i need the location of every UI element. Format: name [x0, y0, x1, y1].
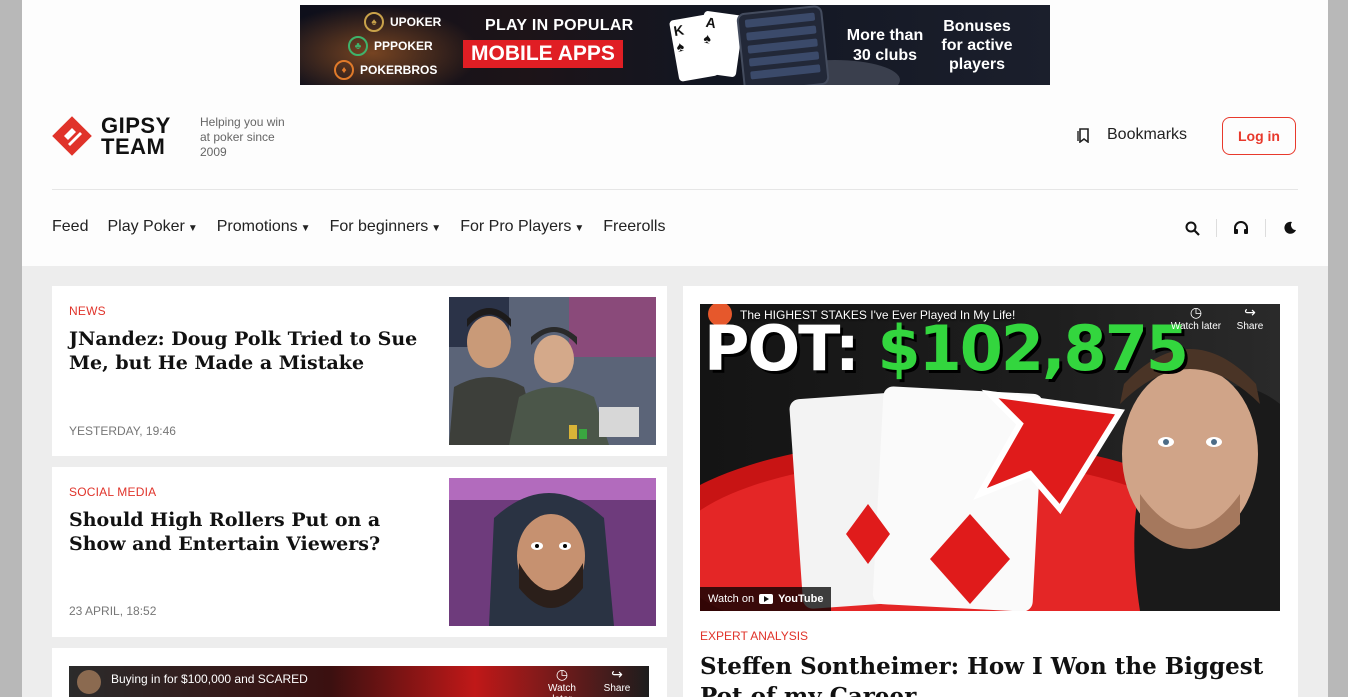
channel-avatar [77, 670, 101, 694]
tool-divider [1216, 219, 1217, 237]
poker-chip-icon: ♠ [364, 12, 384, 32]
video-title: Buying in for $100,000 and SCARED [111, 672, 308, 686]
header-divider [52, 189, 1298, 190]
bookmark-icon [1077, 127, 1089, 143]
banner-bonus-text: Bonuses for active players [941, 18, 1013, 73]
banner-app-label: POKERBROS [360, 63, 438, 77]
clock-icon: ◷ [1189, 304, 1203, 320]
search-icon [1185, 221, 1200, 236]
nav-item-promotions[interactable]: Promotions ▼ [217, 218, 311, 236]
banner-clubs-text: More than 30 clubs [846, 27, 924, 64]
featured-video[interactable]: POT: $102,875 The HIGHEST STAKES I've Ev… [700, 304, 1280, 611]
tagline: Helping you win at poker since 2009 [200, 115, 285, 159]
logo-line-2: TEAM [101, 134, 166, 159]
banner-app-label: PPPOKER [374, 39, 433, 53]
banner-phone-image [736, 5, 830, 85]
feature-category[interactable]: EXPERT ANALYSIS [700, 629, 808, 643]
article-video-thumbnail[interactable]: Buying in for $100,000 and SCARED ◷ Watc… [69, 666, 649, 697]
watch-later-label: Watch later [1170, 321, 1222, 332]
chevron-down-icon: ▼ [574, 222, 585, 234]
nav-item-for-pro-players[interactable]: For Pro Players ▼ [460, 218, 584, 236]
logo-line-1: GIPSY [101, 113, 171, 138]
headset-icon [1234, 221, 1248, 234]
article-category[interactable]: NEWS [69, 304, 106, 318]
article-date: YESTERDAY, 19:46 [69, 424, 176, 438]
share-icon: ↪ [611, 666, 623, 682]
share-label: Share [603, 683, 631, 694]
video-title[interactable]: The HIGHEST STAKES I've Ever Played In M… [740, 308, 1015, 322]
gipsy-logo-icon [52, 116, 92, 156]
youtube-icon [759, 594, 774, 604]
watch-later-button[interactable]: ◷ Watch later [537, 666, 587, 697]
nav-label: Play Poker [107, 218, 185, 235]
login-button[interactable]: Log in [1222, 117, 1296, 155]
page: ♠ UPOKER ♣ PPPOKER ♦ POKERBROS PLAY IN P… [22, 0, 1328, 697]
moon-icon [1284, 221, 1296, 234]
banner-app-pokerbros: ♦ POKERBROS [334, 60, 437, 80]
ad-banner[interactable]: ♠ UPOKER ♣ PPPOKER ♦ POKERBROS PLAY IN P… [300, 5, 1050, 85]
watch-on-label: Watch on [708, 593, 755, 605]
share-icon: ↪ [1244, 304, 1256, 320]
article-title[interactable]: JNandez: Doug Polk Tried to Sue Me, but … [69, 327, 429, 375]
logo-text: GIPSY TEAM [101, 113, 171, 159]
article-date: 23 APRIL, 18:52 [69, 604, 157, 618]
nav-label: For Pro Players [460, 218, 572, 235]
youtube-label: YouTube [778, 593, 824, 605]
nav-label: Feed [52, 218, 89, 235]
chevron-down-icon: ▼ [300, 222, 311, 234]
bookmarks-label: Bookmarks [1107, 126, 1188, 143]
article-photo [449, 297, 656, 445]
article-thumbnail[interactable] [449, 478, 656, 626]
article-thumbnail[interactable] [449, 297, 656, 445]
share-button[interactable]: ↪ Share [599, 666, 635, 694]
poker-chip-icon: ♦ [334, 60, 354, 80]
watch-later-button[interactable]: ◷ Watch later [1168, 304, 1224, 332]
share-label: Share [1236, 321, 1264, 332]
nav-item-play-poker[interactable]: Play Poker ▼ [107, 218, 197, 236]
share-button[interactable]: ↪ Share [1232, 304, 1268, 332]
banner-app-upoker: ♠ UPOKER [364, 12, 441, 32]
nav-label: Promotions [216, 218, 298, 235]
feature-title[interactable]: Steffen Sontheimer: How I Won the Bigges… [700, 652, 1290, 697]
article-category[interactable]: SOCIAL MEDIA [69, 485, 156, 499]
search-button[interactable] [1182, 218, 1202, 238]
watch-later-label: Watch later [548, 683, 576, 697]
support-button[interactable] [1231, 218, 1251, 238]
article-card[interactable]: NEWS JNandez: Doug Polk Tried to Sue Me,… [52, 286, 667, 456]
banner-app-pppoker: ♣ PPPOKER [348, 36, 433, 56]
watch-on-youtube[interactable]: Watch on YouTube [700, 587, 832, 611]
nav-label: Freerolls [603, 218, 666, 235]
tool-divider [1265, 219, 1266, 237]
main-nav: Feed Play Poker ▼ Promotions ▼ For beginne… [52, 218, 684, 236]
video-pot-overlay: POT: $102,875 [704, 312, 1189, 385]
nav-tools [1182, 218, 1300, 238]
pot-prefix: POT: [704, 312, 860, 385]
chevron-down-icon: ▼ [187, 222, 198, 234]
poker-chip-icon: ♣ [348, 36, 368, 56]
article-title[interactable]: Should High Rollers Put on a Show and En… [69, 508, 429, 556]
bookmarks-button[interactable]: Bookmarks [1077, 126, 1187, 144]
dark-mode-toggle[interactable] [1280, 218, 1300, 238]
pot-amount: $102,875 [877, 312, 1189, 385]
nav-item-for-beginners[interactable]: For beginners ▼ [330, 218, 442, 236]
featured-article[interactable]: POT: $102,875 The HIGHEST STAKES I've Ev… [683, 286, 1298, 697]
article-card[interactable]: SOCIAL MEDIA Should High Rollers Put on … [52, 467, 667, 637]
banner-play-text: PLAY IN POPULAR [485, 17, 634, 34]
clock-icon: ◷ [555, 666, 569, 682]
nav-label: For beginners [329, 218, 429, 235]
article-photo [449, 478, 656, 626]
nav-item-feed[interactable]: Feed [52, 218, 88, 236]
banner-mobile-apps: MOBILE APPS [463, 40, 623, 68]
banner-app-label: UPOKER [390, 15, 442, 29]
chevron-down-icon: ▼ [431, 222, 442, 234]
nav-item-freerolls[interactable]: Freerolls [603, 218, 665, 236]
article-card[interactable]: Buying in for $100,000 and SCARED ◷ Watc… [52, 648, 667, 697]
site-logo[interactable]: GIPSY TEAM [52, 113, 171, 159]
